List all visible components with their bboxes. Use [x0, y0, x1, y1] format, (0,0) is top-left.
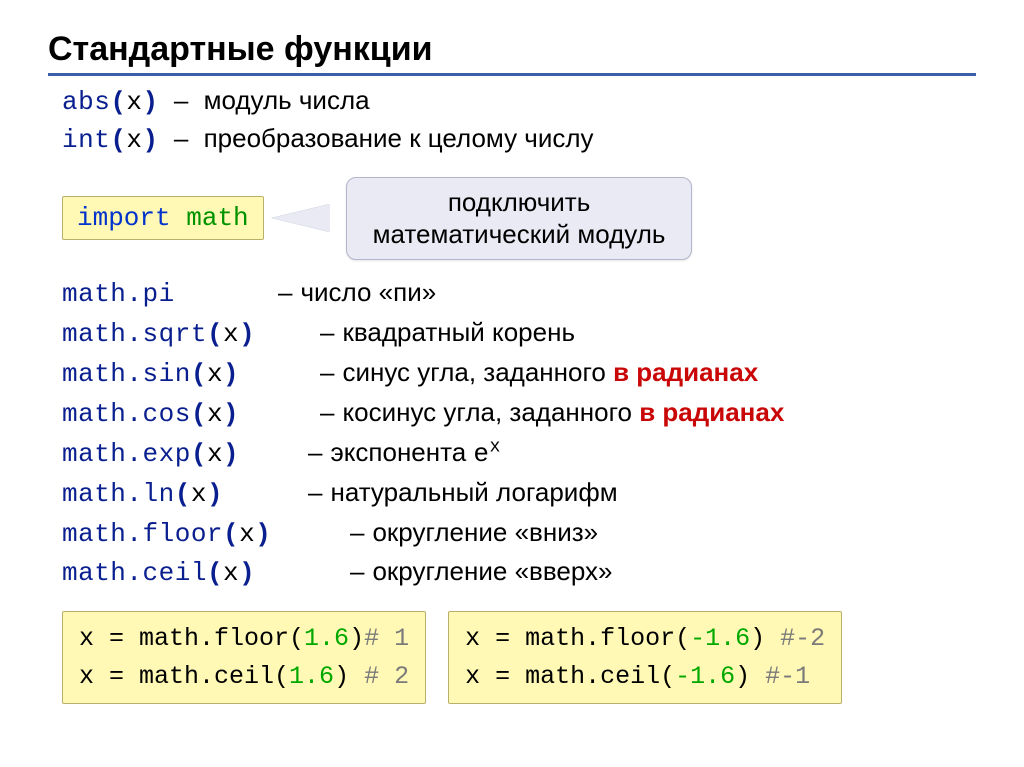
func-arg: x — [126, 87, 142, 117]
example-line: x = math.ceil(1.6) # 2 — [79, 658, 409, 696]
math-func-row: math.floor(x)–округление «вниз» — [62, 514, 976, 554]
func-desc: модуль числа — [204, 85, 370, 115]
example-box-right: x = math.floor(-1.6) #-2x = math.ceil(-1… — [448, 611, 842, 704]
numeric-literal: -1.6 — [690, 624, 750, 653]
func-desc: округление «вверх» — [372, 556, 612, 586]
math-func-row: math.exp(x)–экспонента ex — [62, 434, 976, 474]
func-name: int — [62, 125, 110, 155]
comment: #-1 — [765, 662, 810, 691]
import-row: import math подключить математический мо… — [62, 177, 976, 260]
comment: # 1 — [364, 624, 409, 653]
numeric-literal: 1.6 — [304, 624, 349, 653]
func-name: math.ceil(x) — [62, 555, 342, 593]
func-name: math.pi — [62, 276, 270, 314]
func-desc: экспонента ex — [330, 437, 500, 467]
builtin-row: abs(x) – модуль числа — [62, 82, 976, 120]
example-line: x = math.ceil(-1.6) #-1 — [465, 658, 825, 696]
func-arg: x — [207, 399, 223, 429]
callout-line: математический модуль — [373, 219, 666, 249]
math-func-row: math.ceil(x)–округление «вверх» — [62, 553, 976, 593]
func-name: math.ln(x) — [62, 476, 300, 514]
page-title: Стандартные функции — [48, 30, 976, 76]
func-arg: x — [223, 319, 239, 349]
func-name: abs — [62, 87, 110, 117]
callout-tail — [272, 204, 330, 232]
func-desc: косинус угла, заданного в радианах — [342, 397, 784, 427]
callout: подключить математический модуль — [346, 177, 693, 260]
func-desc: квадратный корень — [342, 317, 575, 347]
math-func-row: math.sin(x)–синус угла, заданного в ради… — [62, 354, 976, 394]
math-func-row: math.pi–число «пи» — [62, 274, 976, 314]
examples-row: x = math.floor(1.6)# 1x = math.ceil(1.6)… — [62, 611, 976, 704]
func-name: math.cos(x) — [62, 396, 312, 434]
example-line: x = math.floor(-1.6) #-2 — [465, 620, 825, 658]
import-module: math — [186, 203, 248, 233]
example-line: x = math.floor(1.6)# 1 — [79, 620, 409, 658]
func-arg: x — [239, 519, 255, 549]
import-keyword: import — [77, 203, 171, 233]
func-desc: натуральный логарифм — [330, 477, 617, 507]
math-func-row: math.cos(x)–косинус угла, заданного в ра… — [62, 394, 976, 434]
func-desc: синус угла, заданного в радианах — [342, 357, 758, 387]
math-func-row: math.ln(x)–натуральный логарифм — [62, 474, 976, 514]
func-arg: x — [191, 479, 207, 509]
comment: #-2 — [780, 624, 825, 653]
func-arg: x — [126, 125, 142, 155]
func-arg: x — [207, 439, 223, 469]
func-desc: округление «вниз» — [372, 517, 598, 547]
numeric-literal: -1.6 — [675, 662, 735, 691]
example-box-left: x = math.floor(1.6)# 1x = math.ceil(1.6)… — [62, 611, 426, 704]
builtin-row: int(x) – преобразование к целому числу — [62, 120, 976, 158]
func-name: math.exp(x) — [62, 436, 300, 474]
import-box: import math — [62, 196, 264, 240]
callout-line: подключить — [448, 187, 590, 217]
func-name: math.sqrt(x) — [62, 316, 312, 354]
func-desc: число «пи» — [300, 277, 436, 307]
func-arg: x — [223, 558, 239, 588]
func-desc: преобразование к целому числу — [204, 123, 594, 153]
func-name: math.sin(x) — [62, 356, 312, 394]
comment: # 2 — [364, 662, 409, 691]
func-name: math.floor(x) — [62, 516, 342, 554]
math-func-row: math.sqrt(x)–квадратный корень — [62, 314, 976, 354]
func-arg: x — [207, 359, 223, 389]
numeric-literal: 1.6 — [289, 662, 334, 691]
math-func-list: math.pi–число «пи»math.sqrt(x)–квадратны… — [62, 274, 976, 594]
